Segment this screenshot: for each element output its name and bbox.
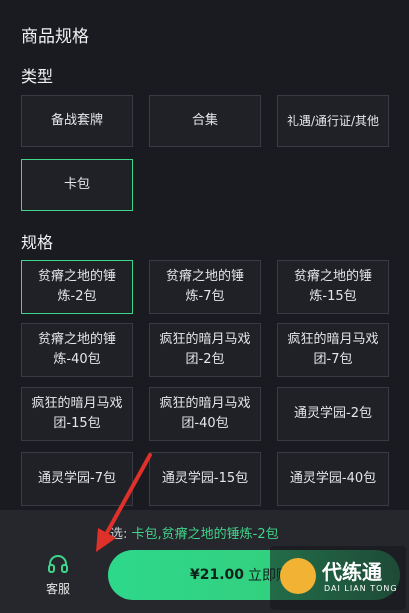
spec-option[interactable]: 疯狂的暗月马戏 团-7包 (277, 323, 389, 377)
spec-option[interactable]: 通灵学园-7包 (21, 452, 133, 506)
type-option-deck[interactable]: 备战套牌 (21, 95, 133, 147)
spec-option[interactable]: 疯狂的暗月马戏 团-2包 (149, 323, 261, 377)
watermark-logo-icon (280, 558, 316, 594)
type-section-label: 类型 (21, 67, 54, 86)
spec-option[interactable]: 通灵学园-40包 (277, 452, 389, 506)
sheet-title: 商品规格 (21, 27, 89, 47)
watermark: 代练通 DAI LIAN TONG (270, 546, 406, 610)
watermark-text: 代练通 (322, 560, 382, 584)
type-option-other[interactable]: 礼遇/通行证/其他 (277, 95, 389, 147)
price: ¥21.00 (190, 567, 245, 583)
spec-option[interactable]: 贫瘠之地的锤 炼-40包 (21, 323, 133, 377)
spec-option[interactable]: 通灵学园-15包 (149, 452, 261, 506)
type-option-bundle[interactable]: 合集 (149, 95, 261, 147)
headset-icon (48, 555, 68, 573)
spec-option[interactable]: 通灵学园-2包 (277, 387, 389, 441)
spec-option[interactable]: 贫瘠之地的锤 炼-7包 (149, 260, 261, 314)
spec-option[interactable]: 贫瘠之地的锤 炼-2包 (21, 260, 133, 314)
spec-option[interactable]: 疯狂的暗月马戏 团-15包 (21, 387, 133, 441)
type-option-cardpack[interactable]: 卡包 (21, 159, 133, 211)
spec-option[interactable]: 疯狂的暗月马戏 团-40包 (149, 387, 261, 441)
spec-option[interactable]: 贫瘠之地的锤 炼-15包 (277, 260, 389, 314)
selected-summary: 选: 卡包,贫瘠之地的锤炼-2包 (110, 523, 279, 542)
watermark-subtext: DAI LIAN TONG (324, 584, 398, 593)
customer-service-label: 客服 (45, 582, 70, 596)
spec-section-label: 规格 (21, 233, 54, 252)
selected-value: 卡包,贫瘠之地的锤炼-2包 (131, 527, 279, 542)
customer-service-button[interactable]: 客服 (28, 552, 88, 600)
selected-prefix: 选: (110, 527, 128, 542)
